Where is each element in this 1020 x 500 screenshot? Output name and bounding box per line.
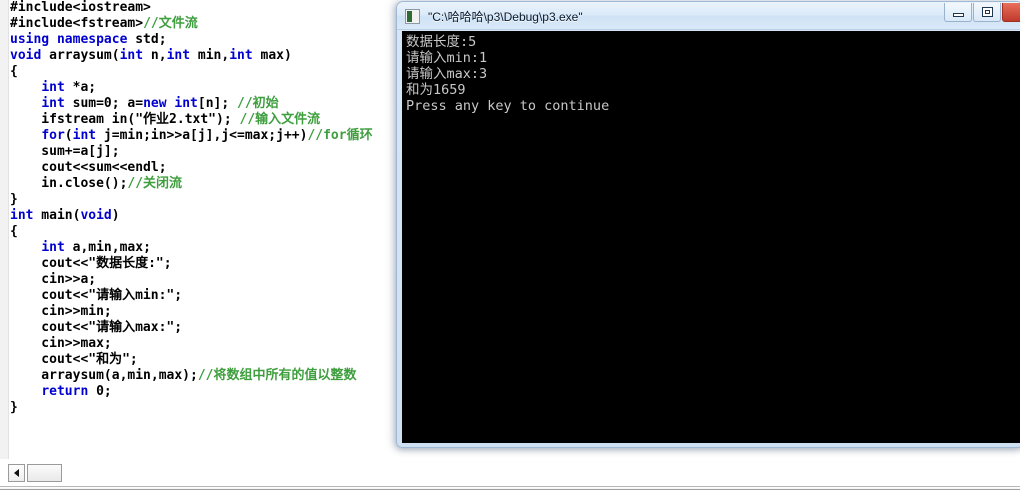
code-text: ifstream in("作业2.txt");	[10, 112, 240, 127]
code-text: sum=0; a=	[64, 96, 144, 111]
code-text: cout<<"请输入max:";	[10, 320, 183, 335]
code-keyword: return	[41, 384, 89, 399]
screen: #include<iostream> #include<fstream>//文件流…	[0, 0, 1020, 500]
console-output-line: 请输入min:1	[406, 50, 488, 66]
triangle-left-icon	[14, 469, 19, 477]
code-comment: //文件流	[143, 16, 198, 31]
maximize-button[interactable]	[973, 3, 1001, 22]
console-output-line: 和为1659	[406, 82, 466, 98]
code-keyword: int	[229, 48, 253, 63]
code-text: in.close();	[10, 176, 128, 191]
code-text: 0;	[88, 384, 112, 399]
console-titlebar[interactable]: "C:\哈哈哈\p3\Debug\p3.exe"	[397, 2, 1020, 30]
code-keyword: int	[41, 80, 65, 95]
code-text: max)	[252, 48, 292, 63]
code-comment: //for循环	[307, 128, 373, 143]
code-text: {	[10, 64, 18, 79]
console-output-line: 数据长度:5	[406, 34, 477, 50]
code-comment: //输入文件流	[239, 112, 321, 127]
code-text: [n];	[197, 96, 238, 111]
maximize-icon	[981, 7, 993, 17]
code-keyword: void	[80, 208, 112, 223]
code-text: arraysum(	[41, 48, 120, 63]
code-text: sum+=a[j];	[10, 144, 120, 159]
window-controls[interactable]	[943, 3, 1020, 25]
code-keyword: int	[166, 48, 191, 63]
console-output-text: 数据长度:5 请输入min:1 请输入max:3 和为1659 Press any ke…	[402, 31, 1020, 114]
scrollbar-thumb[interactable]	[27, 464, 62, 482]
code-text: (	[64, 128, 73, 143]
code-text: j=min;in>>a[j],j<=max;j++)	[96, 128, 308, 143]
minimize-button[interactable]	[944, 3, 972, 22]
code-text: cin>>min;	[10, 304, 112, 319]
code-text: cout<<"数据长度:";	[10, 256, 172, 271]
code-keyword: int	[41, 240, 65, 255]
code-text: arraysum(a,min,max);	[10, 368, 198, 383]
code-text: cout<<"和为";	[10, 352, 138, 367]
code-text: a,min,max;	[64, 240, 151, 255]
console-output-line: Press any key to continue	[406, 98, 610, 114]
scroll-left-button[interactable]	[8, 464, 25, 482]
console-window[interactable]: "C:\哈哈哈\p3\Debug\p3.exe" 数据长度:5 请输入min:1 请…	[396, 1, 1020, 448]
code-keyword: using namespace	[10, 32, 128, 47]
code-keyword: int	[174, 96, 198, 111]
code-text: #include<iostream>	[10, 0, 151, 15]
console-output-line: 请输入max:3	[406, 66, 488, 82]
console-title: "C:\哈哈哈\p3\Debug\p3.exe"	[428, 9, 583, 24]
desktop-background	[0, 490, 1020, 500]
console-app-icon	[405, 8, 420, 24]
editor-selection-margin[interactable]	[0, 0, 9, 459]
code-keyword: new	[143, 96, 167, 111]
code-keyword: for	[41, 128, 65, 143]
scrollbar-track[interactable]	[8, 464, 1012, 483]
code-keyword: int	[10, 208, 34, 223]
code-comment: //关闭流	[127, 176, 183, 191]
code-text: cin>>max;	[10, 336, 112, 351]
code-text: )	[111, 208, 120, 223]
code-keyword: int	[119, 48, 144, 63]
console-output-area[interactable]: 数据长度:5 请输入min:1 请输入max:3 和为1659 Press any ke…	[402, 31, 1020, 443]
editor-horizontal-scrollbar[interactable]	[0, 461, 1020, 485]
code-text: *a;	[64, 80, 97, 95]
code-text: cout<<"请输入min:";	[10, 288, 183, 303]
code-keyword: int	[41, 96, 65, 111]
code-comment: //将数组中所有的值以整数	[197, 368, 357, 383]
close-button[interactable]	[1002, 3, 1020, 22]
code-text: std;	[127, 32, 167, 47]
code-comment: //初始	[237, 96, 279, 111]
code-text: }	[10, 192, 18, 207]
code-keyword: int	[72, 128, 97, 143]
code-text: cin>>a;	[10, 272, 97, 287]
code-text: main(	[33, 208, 81, 223]
code-text: n,	[143, 48, 167, 63]
code-text: {	[10, 224, 18, 239]
code-text: cout<<sum<<endl;	[10, 160, 167, 175]
minimize-icon	[952, 12, 964, 17]
code-text: min,	[190, 48, 230, 63]
code-text: }	[10, 400, 18, 415]
code-text: #include<fstream>	[10, 16, 144, 31]
code-keyword: void	[10, 48, 42, 63]
